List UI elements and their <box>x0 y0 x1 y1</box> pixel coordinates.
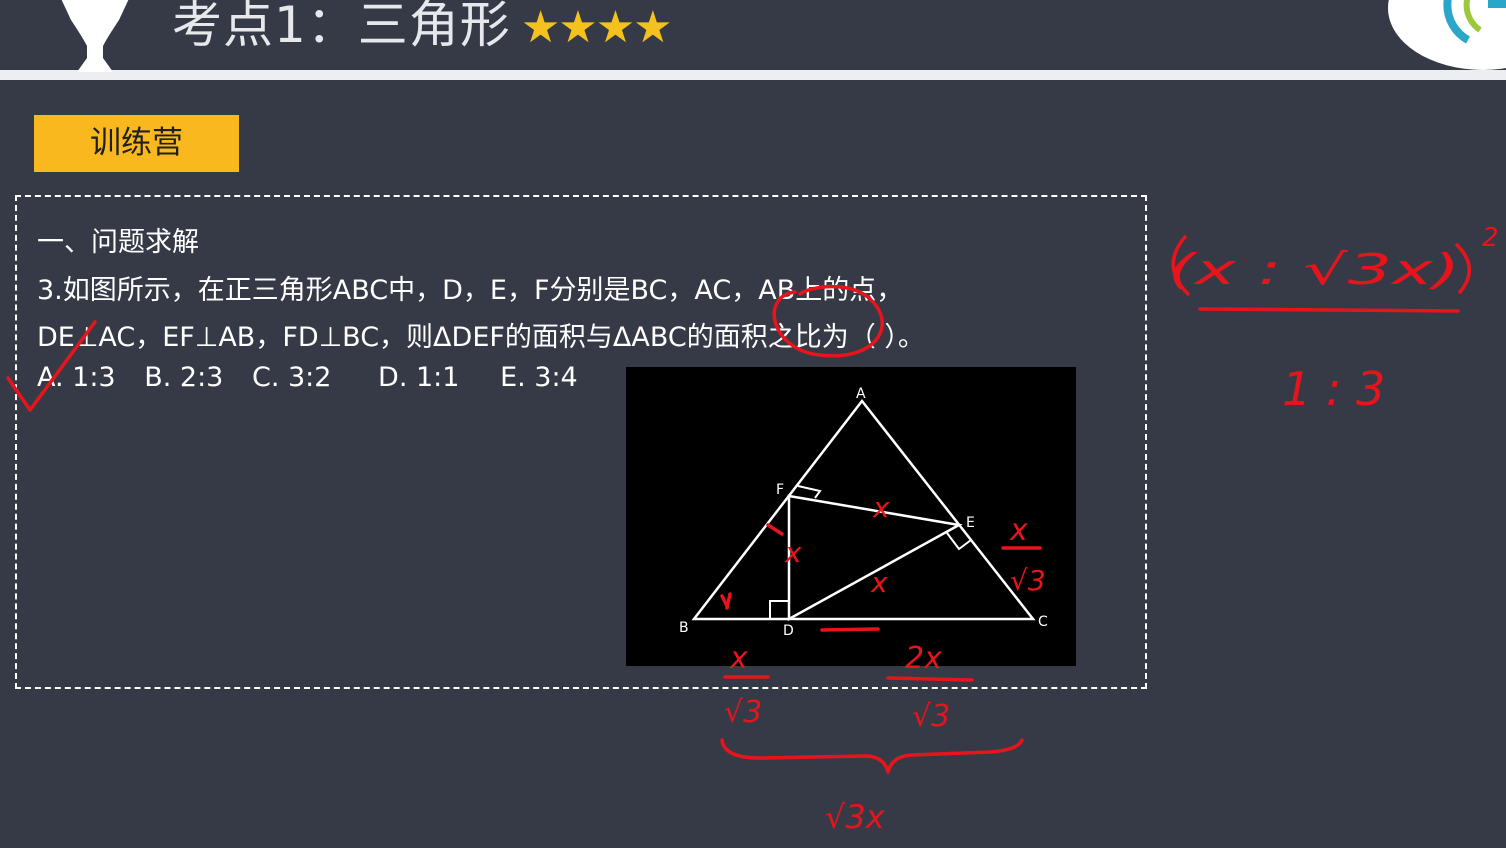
option-e[interactable]: E. 3:4 <box>500 362 578 393</box>
label-bd-den: √3 <box>724 695 762 730</box>
ratio-top-text: (x : √3x) <box>1168 245 1460 294</box>
option-c[interactable]: C. 3:2 <box>252 362 331 393</box>
ratio-exponent: 2 <box>1482 223 1499 253</box>
vertex-label-c: C <box>1038 614 1048 630</box>
section-heading: 一、问题求解 <box>37 227 199 258</box>
option-d[interactable]: D. 1:1 <box>378 362 459 393</box>
question-text-line2: DE⊥AC，EF⊥AB，FD⊥BC，则ΔDEF的面积与ΔABC的面积之比为（ ）… <box>37 322 925 353</box>
answer-options: A. 1:3 B. 2:3 C. 3:2 D. 1:1 E. 3:4 <box>37 362 598 393</box>
header-divider <box>0 70 1506 80</box>
vertex-label-b: B <box>679 620 689 636</box>
trophy-icon <box>61 0 129 72</box>
triangle-figure: A B C D E F <box>626 367 1076 666</box>
triangle-abc <box>691 398 1036 621</box>
ratio-right-paren <box>1455 243 1471 294</box>
ratio-left-paren <box>1171 235 1190 296</box>
ratio-result: 1 : 3 <box>1282 362 1385 416</box>
star-rating: ★★★★ <box>520 2 673 53</box>
label-dc-den: √3 <box>912 699 950 734</box>
brace-mark <box>720 738 1024 774</box>
right-angle-mark-d <box>769 600 789 619</box>
vertex-label-d: D <box>783 623 794 639</box>
title-text: 考点1：三角形 <box>172 0 511 54</box>
label-bc-total: √3x <box>825 798 886 836</box>
triangle-def <box>787 494 963 622</box>
option-a[interactable]: A. 1:3 <box>37 362 116 393</box>
vertex-label-a: A <box>856 386 866 402</box>
page-title: 考点1：三角形 ★★★★ <box>172 0 673 61</box>
right-angle-mark-f <box>797 485 822 499</box>
question-text-line1: 3.如图所示，在正三角形ABC中，D，E，F分别是BC，AC，AB上的点， <box>37 275 904 306</box>
training-camp-badge: 训练营 <box>34 115 239 172</box>
ratio-fraction-bar <box>1198 307 1460 313</box>
option-b[interactable]: B. 2:3 <box>144 362 223 393</box>
vertex-label-f: F <box>776 482 784 498</box>
vertex-label-e: E <box>966 515 975 531</box>
logo-icon <box>1388 0 1506 70</box>
